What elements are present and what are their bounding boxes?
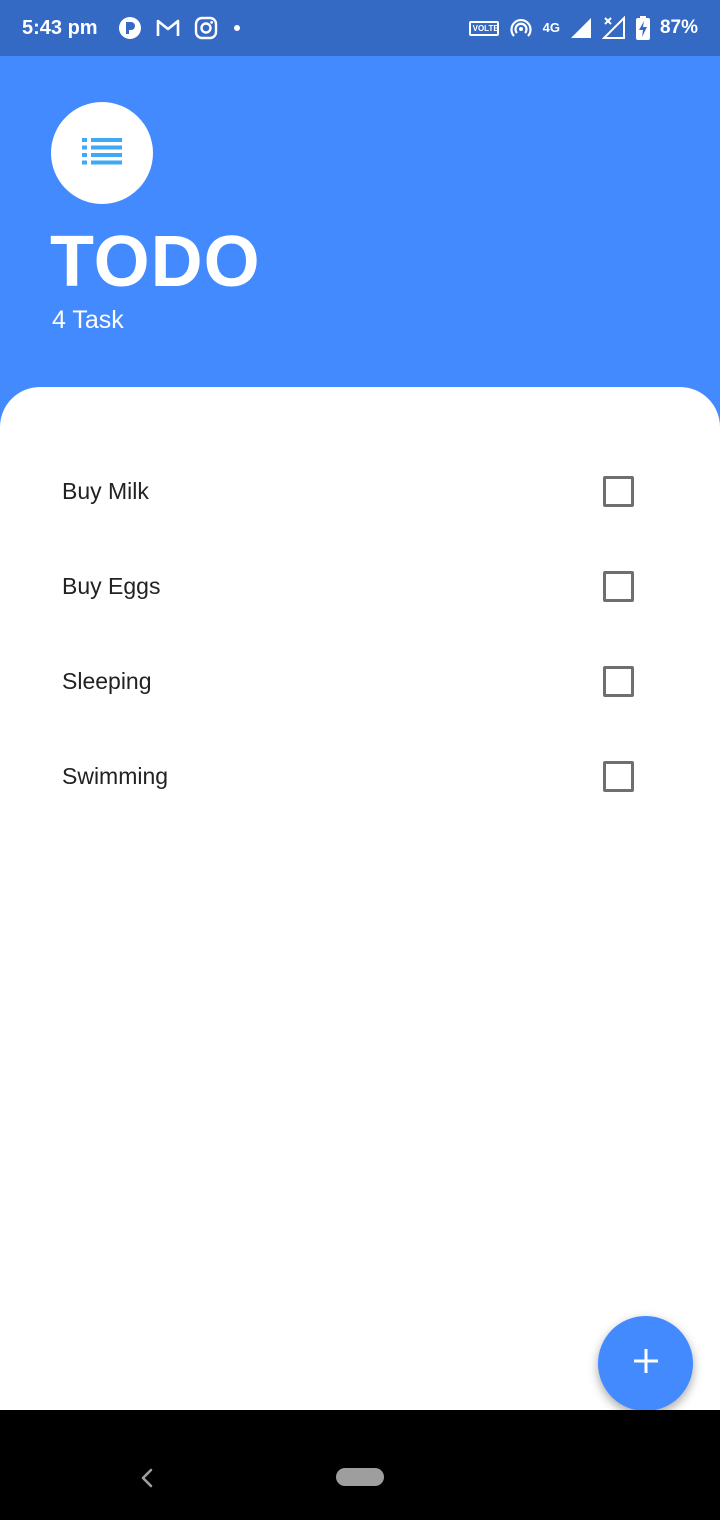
task-checkbox[interactable] <box>603 666 634 697</box>
task-label: Buy Milk <box>62 478 149 504</box>
header: TODO 4 Task <box>0 56 720 396</box>
list-icon <box>82 137 122 170</box>
task-list: Buy Milk Buy Eggs Sleeping Swimming <box>0 387 720 824</box>
page-title: TODO <box>50 222 261 302</box>
plus-icon <box>632 1347 660 1380</box>
dot-icon <box>232 23 242 33</box>
signal-off-icon <box>601 16 626 40</box>
nav-bar <box>0 1410 720 1520</box>
task-label: Swimming <box>62 763 169 789</box>
task-checkbox[interactable] <box>603 571 634 602</box>
task-label: Sleeping <box>62 668 152 694</box>
app-icon <box>118 16 142 40</box>
list-icon-circle <box>51 102 153 204</box>
back-icon[interactable] <box>138 1466 156 1495</box>
status-left: 5:43 pm <box>22 16 256 40</box>
network-label: 4G <box>542 20 560 35</box>
list-item[interactable]: Sleeping <box>0 634 720 729</box>
status-time: 5:43 pm <box>22 16 98 39</box>
list-item[interactable]: Swimming <box>0 729 720 824</box>
status-bar: 5:43 pm VOLTE 4G 87% <box>0 0 720 56</box>
signal-icon <box>570 17 592 39</box>
add-task-button[interactable] <box>598 1316 693 1411</box>
volte-icon: VOLTE <box>468 20 499 36</box>
list-item[interactable]: Buy Eggs <box>0 539 720 634</box>
battery-percent: 87% <box>659 17 698 38</box>
task-count: 4 Task <box>52 306 124 334</box>
home-button[interactable] <box>336 1468 384 1486</box>
battery-charging-icon <box>635 16 650 40</box>
4g-icon: 4G <box>542 20 560 35</box>
gmail-icon <box>156 18 180 38</box>
volte-label: VOLTE <box>468 20 499 36</box>
hotspot-icon <box>509 16 533 40</box>
list-item[interactable]: Buy Milk <box>0 444 720 539</box>
task-checkbox[interactable] <box>603 761 634 792</box>
task-label: Buy Eggs <box>62 573 161 599</box>
task-checkbox[interactable] <box>603 476 634 507</box>
task-panel: Buy Milk Buy Eggs Sleeping Swimming <box>0 387 720 1410</box>
status-right: VOLTE 4G 87% <box>468 16 698 40</box>
instagram-icon <box>194 16 218 40</box>
